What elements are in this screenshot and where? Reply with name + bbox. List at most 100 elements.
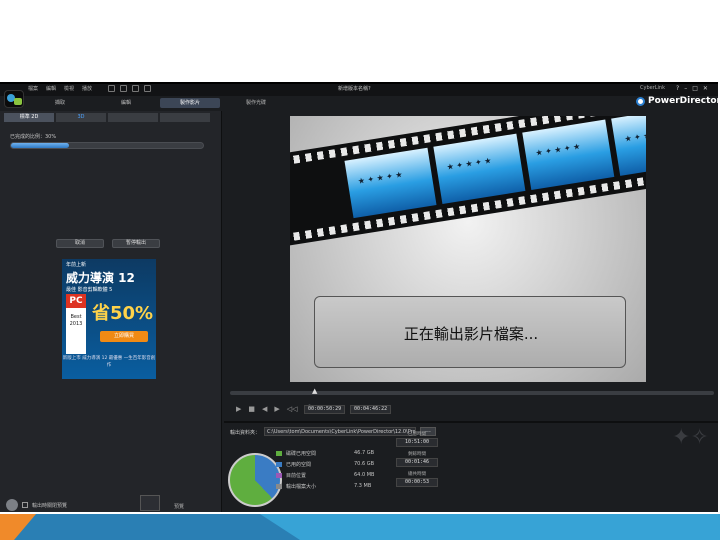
open-icon[interactable] [132, 85, 139, 92]
legend-value: 70.6 GB [354, 461, 375, 467]
best-badge-label: Best 2013 [69, 314, 83, 327]
film-frame [433, 133, 526, 205]
window-title: 新增版本名稱? [338, 86, 371, 92]
film-frame [344, 147, 437, 219]
powerdirector-window: 檔案 編輯 檢視 播放 新增版本名稱? CyberLink ? – □ ✕ 擷取… [0, 82, 718, 512]
legend-label: 磁碟已用空間 [286, 451, 317, 457]
cancel-button[interactable]: 取消 [56, 239, 104, 248]
save-icon[interactable] [144, 85, 151, 92]
decorative-stars-icon: ✦✧ [672, 425, 709, 450]
timeline-slider[interactable] [230, 391, 714, 395]
legend-swatch [276, 451, 282, 456]
tab-capture[interactable]: 擷取 [30, 98, 90, 108]
total-time: 總共時間 00:00:53 [396, 471, 438, 487]
mode-tabs: 擷取 編輯 製作影片 製作光碟 [0, 97, 718, 109]
maximize-button[interactable]: □ [692, 85, 698, 92]
promo-subtitle: 最佳 影音剪輯軟體 5 [66, 287, 113, 293]
tab-standard-2d[interactable]: 標準 2D [4, 113, 54, 122]
preview-window: 正在輸出影片檔案... [290, 116, 646, 382]
promo-product-name: 威力導演 12 [66, 271, 135, 285]
legend-value: 7.3 MB [354, 483, 372, 489]
redo-icon[interactable] [120, 85, 127, 92]
stop-icon[interactable]: ■ [248, 405, 255, 413]
filmstrip-graphic [290, 116, 646, 248]
product-brand: PowerDirector [636, 96, 718, 106]
product-name: PowerDirector [648, 96, 718, 106]
menu-edit[interactable]: 編輯 [46, 85, 56, 92]
time-value: 00:01:46 [396, 458, 438, 467]
tab-device[interactable] [160, 113, 210, 122]
divider [224, 421, 718, 423]
producing-message: 正在輸出影片檔案... [403, 325, 539, 343]
legend-item: 磁碟已用空間 46.7 GB [276, 449, 376, 460]
output-folder-label: 輸出資料夾： [230, 430, 261, 436]
tab-disc[interactable]: 製作光碟 [226, 98, 286, 108]
disable-preview-label: 輸出時關閉預覽 [32, 502, 68, 509]
remaining-time: 剩餘時間 00:01:46 [396, 451, 438, 467]
promo-discount: 省50% [92, 303, 154, 324]
window-controls: ? – □ ✕ [676, 85, 708, 92]
tab-produce[interactable]: 製作影片 [160, 98, 220, 108]
preview-film-icon[interactable] [140, 495, 160, 511]
playhead-icon[interactable]: ▲ [312, 387, 317, 395]
time-label: 已用時間 [408, 432, 426, 437]
legend-label: 目前位置 [286, 473, 307, 479]
progress-fill [11, 143, 69, 148]
slide-footer-stripe-dark [0, 514, 300, 540]
film-frame [522, 119, 615, 190]
progress-label: 已完成的比例：30% [10, 134, 57, 140]
elapsed-time: 已用時間 10:51:00 [396, 431, 438, 447]
promo-footer: 新版上市 威力導演 12 最優惠 一生百年影音創作 [62, 356, 156, 368]
preview-label: 預覽 [174, 504, 185, 510]
promo-banner[interactable]: 年前上新 威力導演 12 最佳 影音剪輯軟體 5 PC Best 2013 省5… [62, 259, 156, 379]
progress-bar [10, 142, 204, 149]
menu-bar: 檔案 編輯 檢視 播放 [28, 85, 92, 92]
undo-icon[interactable] [108, 85, 115, 92]
progress-dialog: 正在輸出影片檔案... [314, 296, 626, 368]
help-button[interactable]: ? [676, 85, 679, 92]
current-timecode: 00:00:50:29 [304, 405, 346, 414]
legend-label: 已用的空間 [286, 462, 312, 468]
status-icon [6, 499, 18, 511]
previous-frame-icon[interactable]: ◀ [262, 405, 267, 413]
title-bar: 檔案 編輯 檢視 播放 新增版本名稱? CyberLink ? – □ ✕ [0, 84, 718, 96]
legend-label: 輸出檔案大小 [286, 484, 317, 490]
playback-controls: ▶ ■ ◀ ▶ ◁◁ 🔊 [236, 405, 313, 413]
time-value: 00:00:53 [396, 478, 438, 487]
play-icon[interactable]: ▶ [236, 405, 241, 413]
legend-value: 46.7 GB [354, 450, 375, 456]
buy-now-button[interactable]: 立即購買 [100, 331, 148, 342]
legend-swatch [276, 473, 282, 478]
close-button[interactable]: ✕ [703, 85, 708, 92]
next-frame-icon[interactable]: ▶ [274, 405, 279, 413]
time-label: 剩餘時間 [408, 452, 426, 457]
time-label: 總共時間 [408, 472, 426, 477]
tab-online[interactable] [108, 113, 158, 122]
rewind-icon[interactable]: ◁◁ [287, 405, 298, 413]
time-value: 10:51:00 [396, 438, 438, 447]
disable-preview-checkbox[interactable] [22, 502, 28, 508]
tab-3d[interactable]: 3D [56, 113, 106, 122]
legend-value: 64.0 MB [354, 472, 375, 478]
menu-file[interactable]: 檔案 [28, 85, 38, 92]
disk-usage-legend: 磁碟已用空間 46.7 GB 已用的空間 70.6 GB 目前位置 64.0 M… [276, 449, 376, 493]
left-panel: 標準 2D 3D 已完成的比例：30% 取消 暫停輸出 年前上新 威力導演 12… [0, 111, 222, 512]
preview-panel: 正在輸出影片檔案... ▲ ▶ ■ ◀ ▶ ◁◁ 🔊 00:00:50:29 0… [224, 111, 718, 512]
legend-item: 已用的空間 70.6 GB [276, 460, 376, 471]
pc-badge-label: PC [66, 294, 86, 308]
legend-item: 目前位置 64.0 MB [276, 471, 376, 482]
legend-item: 輸出檔案大小 7.3 MB [276, 482, 376, 493]
menu-play[interactable]: 播放 [82, 85, 92, 92]
tab-edit[interactable]: 編輯 [96, 98, 156, 108]
minimize-button[interactable]: – [684, 85, 687, 92]
powerdirector-badge-icon [636, 96, 645, 106]
bottom-status: 輸出時關閉預覽 [6, 499, 67, 511]
output-folder-field[interactable]: C:\Users\tom\Documents\CyberLink\PowerDi… [264, 427, 416, 436]
pc-magazine-badge: PC Best 2013 [66, 294, 86, 354]
menu-view[interactable]: 檢視 [64, 85, 74, 92]
pause-output-button[interactable]: 暫停輸出 [112, 239, 160, 248]
legend-swatch [276, 462, 282, 467]
legend-swatch [276, 484, 282, 489]
total-timecode: 00:04:46:22 [350, 405, 392, 414]
toolbar-icons [108, 85, 151, 92]
